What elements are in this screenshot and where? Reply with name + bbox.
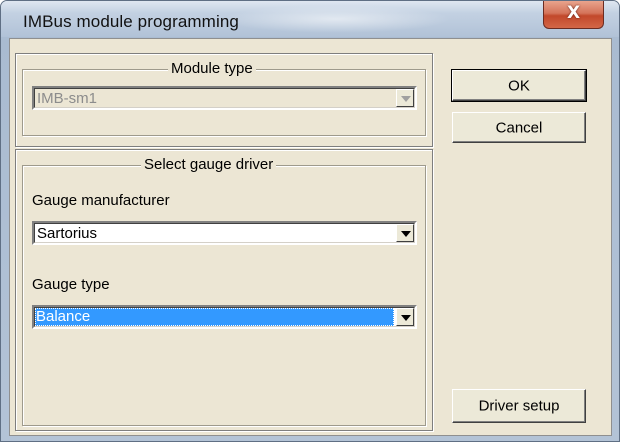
cancel-button-label: Cancel <box>495 119 543 136</box>
title-bar[interactable]: IMBus module programming X <box>1 1 619 37</box>
gauge-manufacturer-select[interactable]: Sartorius <box>32 221 417 245</box>
chevron-down-icon <box>401 96 411 102</box>
module-type-value: IMB-sm1 <box>37 90 97 107</box>
module-type-panel: Module type IMB-sm1 <box>15 53 433 147</box>
gauge-manufacturer-dropdown-button[interactable] <box>396 224 414 242</box>
gauge-type-label: Gauge type <box>32 276 110 293</box>
window-title: IMBus module programming <box>23 12 239 31</box>
chevron-down-icon <box>401 315 411 321</box>
ok-button-label: OK <box>508 77 530 94</box>
gauge-type-dropdown-button[interactable] <box>396 308 414 326</box>
chevron-down-icon <box>401 231 411 237</box>
ok-button[interactable]: OK <box>451 69 587 102</box>
module-type-group-title: Module type <box>168 60 256 77</box>
gauge-manufacturer-value: Sartorius <box>37 225 98 242</box>
gauge-type-value: Balance <box>36 308 91 325</box>
driver-setup-button-label: Driver setup <box>478 397 560 415</box>
module-type-dropdown-button[interactable] <box>396 89 414 107</box>
module-type-select[interactable]: IMB-sm1 <box>32 86 417 110</box>
gauge-type-select[interactable]: Balance <box>32 305 417 329</box>
driver-setup-button[interactable]: Driver setup <box>452 389 586 423</box>
module-type-group: Module type IMB-sm1 <box>22 60 426 136</box>
gauge-manufacturer-label: Gauge manufacturer <box>32 192 170 209</box>
close-button[interactable]: X <box>543 1 604 29</box>
dialog-window: IMBus module programming X Module type I… <box>0 0 620 442</box>
cancel-button[interactable]: Cancel <box>452 112 586 143</box>
gauge-driver-group-title: Select gauge driver <box>141 156 277 173</box>
dialog-client-area: Module type IMB-sm1 Select gauge driver … <box>9 38 612 436</box>
gauge-driver-panel: Select gauge driver Gauge manufacturer S… <box>15 149 433 431</box>
close-icon: X <box>566 3 581 23</box>
gauge-driver-group: Select gauge driver Gauge manufacturer S… <box>22 156 426 426</box>
